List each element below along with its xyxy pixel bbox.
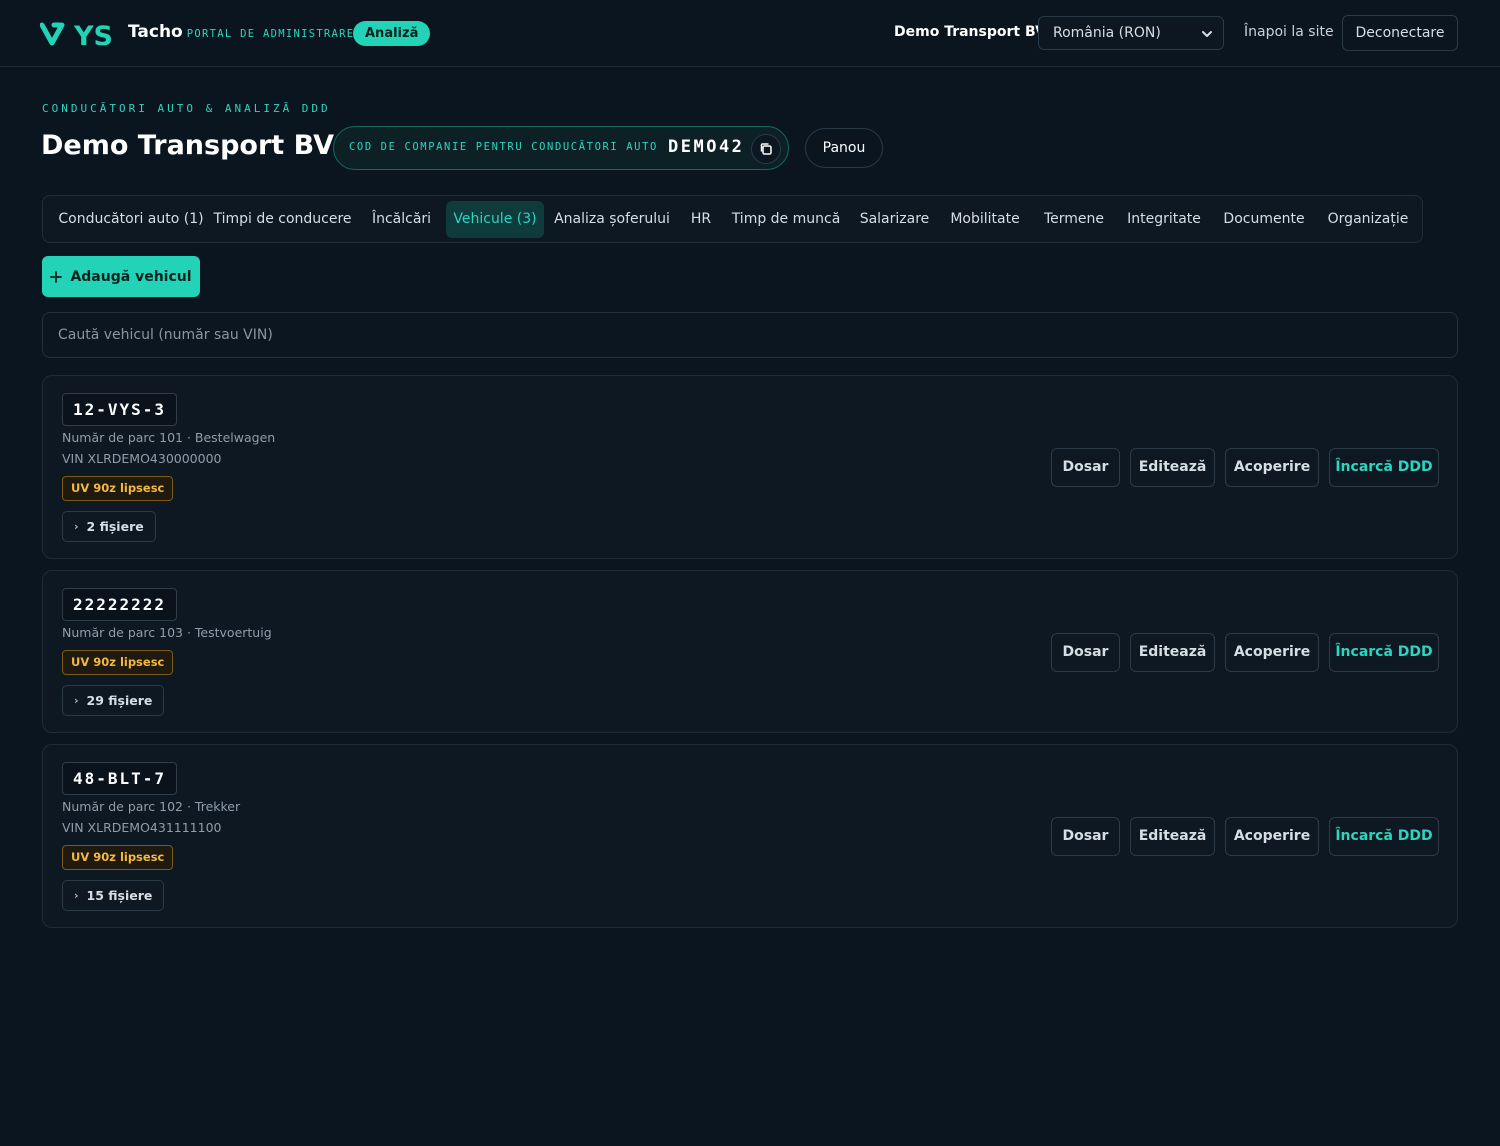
company-code-value: DEMO42 xyxy=(668,137,745,157)
upload-ddd-button[interactable]: Încarcă DDD xyxy=(1329,633,1439,672)
license-plate: 48-BLT-7 xyxy=(62,762,178,795)
vys-logo[interactable]: YS xyxy=(40,18,120,50)
edit-button[interactable]: Editează xyxy=(1130,817,1215,856)
tab-conducatori-auto[interactable]: Conducători auto (1) xyxy=(50,201,212,238)
add-vehicle-button[interactable]: Adaugă vehicul xyxy=(42,256,200,297)
brand-name: Tacho xyxy=(128,22,183,42)
back-to-site-link[interactable]: Înapoi la site xyxy=(1244,24,1334,40)
country-select[interactable]: România (RON) xyxy=(1038,16,1224,50)
files-count: 2 fișiere xyxy=(86,519,144,534)
upload-ddd-button[interactable]: Încarcă DDD xyxy=(1329,817,1439,856)
panou-button[interactable]: Panou xyxy=(805,128,883,168)
chevron-right-icon: › xyxy=(74,889,79,902)
dosar-button[interactable]: Dosar xyxy=(1051,448,1120,487)
company-code-label: COD DE COMPANIE PENTRU CONDUCĂTORI AUTO xyxy=(349,141,658,153)
coverage-button[interactable]: Acoperire xyxy=(1225,448,1319,487)
fleet-info: Număr de parc 103 · Testvoertuig xyxy=(62,625,272,640)
chevron-right-icon: › xyxy=(74,520,79,533)
files-count: 15 fișiere xyxy=(86,888,153,903)
svg-text:YS: YS xyxy=(73,21,113,49)
coverage-button[interactable]: Acoperire xyxy=(1225,633,1319,672)
files-toggle[interactable]: › 2 fișiere xyxy=(62,511,156,542)
status-badge: UV 90z lipsesc xyxy=(62,650,174,675)
coverage-button[interactable]: Acoperire xyxy=(1225,817,1319,856)
page-eyebrow: CONDUCĂTORI AUTO & ANALIZĂ DDD xyxy=(42,102,331,115)
files-toggle[interactable]: › 15 fișiere xyxy=(62,880,165,911)
files-count: 29 fișiere xyxy=(86,693,153,708)
tab-integritate[interactable]: Integritate xyxy=(1123,201,1205,238)
vehicle-card: 48-BLT-7 Număr de parc 102 · Trekker VIN… xyxy=(42,744,1458,928)
page-title: Demo Transport BV xyxy=(41,130,334,161)
tab-mobilitate[interactable]: Mobilitate xyxy=(945,201,1025,238)
license-plate: 12-VYS-3 xyxy=(62,393,178,426)
vehicle-card: 12-VYS-3 Număr de parc 101 · Bestelwagen… xyxy=(42,375,1458,559)
fleet-info: Număr de parc 101 · Bestelwagen xyxy=(62,430,276,445)
status-badge: UV 90z lipsesc xyxy=(62,845,174,870)
tab-termene[interactable]: Termene xyxy=(1039,201,1109,238)
tab-organizatie[interactable]: Organizație xyxy=(1324,201,1412,238)
chevron-down-icon xyxy=(1202,31,1212,37)
brand-subtitle: PORTAL DE ADMINISTRARE xyxy=(186,28,355,40)
license-plate: 22222222 xyxy=(62,588,178,621)
search-placeholder: Caută vehicul (număr sau VIN) xyxy=(58,327,273,343)
tab-salarizare[interactable]: Salarizare xyxy=(855,201,934,238)
logout-button[interactable]: Deconectare xyxy=(1342,15,1458,51)
dosar-button[interactable]: Dosar xyxy=(1051,633,1120,672)
country-select-value: România (RON) xyxy=(1053,25,1161,41)
vehicle-search-input[interactable]: Caută vehicul (număr sau VIN) xyxy=(42,312,1458,358)
copy-code-button[interactable] xyxy=(751,134,781,164)
analiza-badge[interactable]: Analiză xyxy=(353,21,431,46)
brand: Tacho PORTAL DE ADMINISTRARE xyxy=(128,22,354,42)
top-bar: YS Tacho PORTAL DE ADMINISTRARE Analiză … xyxy=(0,0,1500,67)
tab-timp-de-munca[interactable]: Timp de muncă xyxy=(731,201,841,238)
files-toggle[interactable]: › 29 fișiere xyxy=(62,685,165,716)
vin: VIN XLRDEMO431111100 xyxy=(62,820,222,835)
dosar-button[interactable]: Dosar xyxy=(1051,817,1120,856)
fleet-info: Număr de parc 102 · Trekker xyxy=(62,799,241,814)
status-badge: UV 90z lipsesc xyxy=(62,476,174,501)
section-tabs: Conducători auto (1) Timpi de conducere … xyxy=(42,195,1423,243)
chevron-right-icon: › xyxy=(74,694,79,707)
tab-analiza-soferului[interactable]: Analiza șoferului xyxy=(552,201,672,238)
copy-icon xyxy=(760,143,772,155)
upload-ddd-button[interactable]: Încarcă DDD xyxy=(1329,448,1439,487)
plus-icon xyxy=(50,270,63,283)
edit-button[interactable]: Editează xyxy=(1130,448,1215,487)
tab-documente[interactable]: Documente xyxy=(1219,201,1309,238)
tab-vehicule[interactable]: Vehicule (3) xyxy=(446,201,544,238)
edit-button[interactable]: Editează xyxy=(1130,633,1215,672)
current-company: Demo Transport BV xyxy=(894,24,1046,40)
vehicle-card: 22222222 Număr de parc 103 · Testvoertui… xyxy=(42,570,1458,733)
vin: VIN XLRDEMO430000000 xyxy=(62,451,222,466)
tab-incalcari[interactable]: Încălcări xyxy=(363,201,440,238)
add-vehicle-label: Adaugă vehicul xyxy=(70,268,192,285)
tab-timpi-de-conducere[interactable]: Timpi de conducere xyxy=(213,201,352,238)
company-code-pill: COD DE COMPANIE PENTRU CONDUCĂTORI AUTO … xyxy=(333,126,789,170)
tab-hr[interactable]: HR xyxy=(681,201,721,238)
